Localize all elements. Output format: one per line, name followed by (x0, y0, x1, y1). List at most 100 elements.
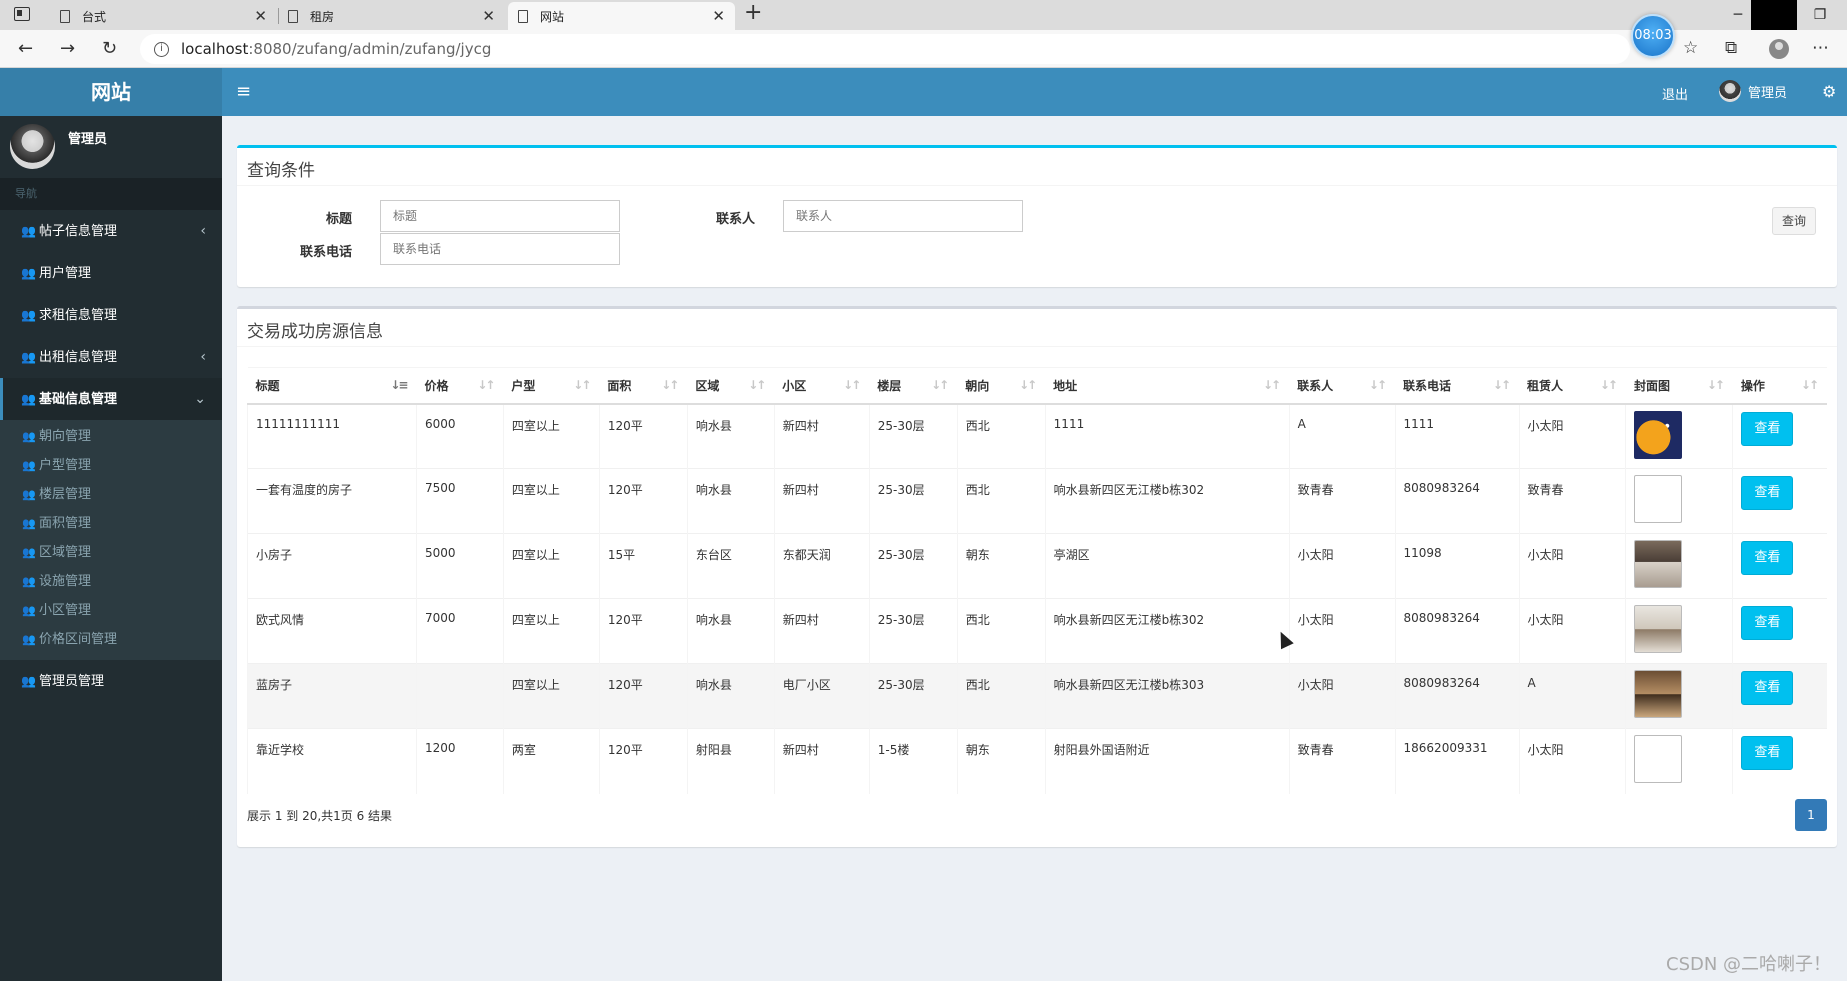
cell-floor: 25-30层 (868, 598, 958, 664)
sidebar-item-label: 基础信息管理 (39, 392, 118, 407)
browser-tab-2[interactable]: 租房 ✕ (278, 2, 505, 30)
column-header[interactable]: 联系电话 ↓↑ (1395, 367, 1519, 405)
cell-title: 蓝房子 (247, 663, 417, 729)
view-button[interactable]: 查看 (1741, 411, 1794, 446)
cell-phone: 8080983264 (1394, 663, 1519, 729)
sort-icon: ↓↑ (1800, 378, 1819, 392)
sidebar-item-posts[interactable]: 👥 帖子信息管理 ‹ (0, 210, 222, 252)
new-tab-icon[interactable]: + (744, 0, 762, 25)
url-field[interactable]: i localhost:8080/zufang/admin/zufang/jyc… (140, 34, 1630, 64)
forward-icon[interactable]: → (60, 38, 75, 59)
view-button[interactable]: 查看 (1741, 541, 1794, 575)
sidebar-subitem-housetype[interactable]: 👥 户型管理 (0, 451, 222, 480)
sidebar-subitem-price-range[interactable]: 👥 价格区间管理 (0, 625, 222, 654)
cell-floor: 25-30层 (868, 533, 958, 599)
cell-action: 查看 (1732, 468, 1827, 534)
floating-timer[interactable]: 08:03 (1631, 14, 1675, 58)
cell-orient: 西北 (956, 403, 1046, 469)
contact-input[interactable] (783, 200, 1023, 232)
column-header[interactable]: 朝向 ↓↑ (957, 367, 1046, 405)
title-input[interactable] (380, 200, 620, 232)
sort-icon: ↓↑ (748, 378, 766, 392)
view-button[interactable]: 查看 (1741, 671, 1794, 705)
deals-table: 标题 ↓≡ 价格 ↓↑ 户型 ↓↑ 面积 ↓↑ 区域 ↓↑ 小区 ↓↑ 楼层 ↓↑ 朝向 ↓↑ … (247, 367, 1827, 794)
cell-action: 查看 (1732, 728, 1827, 794)
cell-area: 120平 (598, 598, 688, 664)
column-header[interactable]: 面积 ↓↑ (599, 367, 688, 405)
cell-title: 靠近学校 (247, 728, 417, 794)
cover-image (1634, 540, 1683, 588)
column-header[interactable]: 价格 ↓↑ (416, 367, 504, 405)
gears-icon[interactable]: ⚙ (1822, 82, 1836, 101)
close-tab-icon[interactable]: ✕ (254, 7, 267, 25)
site-logo[interactable]: 网站 (0, 68, 222, 116)
sort-icon: ↓↑ (661, 378, 679, 392)
refresh-icon[interactable]: ↻ (102, 38, 117, 59)
more-menu-icon[interactable]: ⋯ (1812, 38, 1829, 58)
restore-icon[interactable]: ❐ (1797, 0, 1843, 30)
cell-price: 6000 (415, 403, 504, 469)
sidebar-subitem-orientation[interactable]: 👥 朝向管理 (0, 422, 222, 451)
close-tab-icon[interactable]: ✕ (482, 7, 495, 25)
column-header[interactable]: 楼层 ↓↑ (869, 367, 958, 405)
page-button-1[interactable]: 1 (1795, 799, 1827, 831)
url-host: localhost (181, 40, 249, 58)
column-header[interactable]: 操作 ↓↑ (1732, 367, 1827, 405)
cell-community: 新四村 (773, 728, 870, 794)
sidebar-subitem-area[interactable]: 👥 面积管理 (0, 509, 222, 538)
menu-toggle-icon[interactable]: ≡ (236, 81, 251, 102)
column-header[interactable]: 户型 ↓↑ (503, 367, 600, 405)
column-header[interactable]: 封面图 ↓↑ (1625, 367, 1733, 405)
cell-address: 射阳县外国语附近 (1044, 728, 1290, 794)
sidebar-subitem-region[interactable]: 👥 区域管理 (0, 538, 222, 567)
cell-region: 东台区 (686, 533, 775, 599)
phone-input[interactable] (380, 233, 620, 265)
tab-title: 租房 (310, 9, 335, 24)
sidebar-item-label: 帖子信息管理 (39, 224, 118, 239)
sidebar-item-basic-info[interactable]: 👥 基础信息管理 ⌄ (0, 378, 222, 420)
site-info-icon[interactable]: i (154, 41, 169, 57)
sidebar-subitem-facility[interactable]: 👥 设施管理 (0, 567, 222, 596)
close-tab-icon[interactable]: ✕ (712, 7, 725, 25)
view-button[interactable]: 查看 (1741, 476, 1794, 510)
column-header[interactable]: 小区 ↓↑ (774, 367, 870, 405)
table-header-row: 标题 ↓≡ 价格 ↓↑ 户型 ↓↑ 面积 ↓↑ 区域 ↓↑ 小区 ↓↑ 楼层 ↓↑ 朝向 ↓↑ … (247, 367, 1827, 405)
logout-link[interactable]: 退出 (1662, 84, 1688, 103)
cell-contact: 小太阳 (1288, 598, 1396, 664)
users-icon: 👥 (22, 546, 36, 559)
column-header[interactable]: 标题 ↓≡ (247, 367, 417, 405)
cell-contact: 小太阳 (1288, 533, 1396, 599)
search-button[interactable]: 查询 (1772, 207, 1816, 235)
column-header[interactable]: 租赁人 ↓↑ (1519, 367, 1626, 405)
cell-action: 查看 (1732, 533, 1827, 599)
cell-title: 欧式风情 (247, 598, 417, 664)
table-row: 蓝房子 四室以上 120平 响水县 电厂小区 25-30层 西北 响水县新四区无江楼b栋303… (247, 663, 1827, 729)
column-header[interactable]: 区域 ↓↑ (687, 367, 775, 405)
column-header[interactable]: 联系人 ↓↑ (1289, 367, 1396, 405)
sidebar-item-rental[interactable]: 👥 出租信息管理 ‹ (0, 336, 222, 378)
profile-avatar-icon[interactable] (1769, 39, 1789, 59)
view-button[interactable]: 查看 (1741, 606, 1794, 640)
favorites-icon[interactable]: ☆ (1683, 38, 1698, 58)
sidebar-subitem-community[interactable]: 👥 小区管理 (0, 596, 222, 625)
view-button[interactable]: 查看 (1741, 736, 1794, 770)
sidebar-item-admin[interactable]: 👥 管理员管理 (0, 660, 222, 702)
collections-icon[interactable]: ⧉ (1725, 38, 1737, 58)
sidebar-item-wanted[interactable]: 👥 求租信息管理 (0, 294, 222, 336)
sidebar-item-users[interactable]: 👥 用户管理 (0, 252, 222, 294)
cell-cover (1625, 598, 1733, 664)
tab-actions-icon[interactable] (14, 7, 30, 21)
header-user-menu[interactable]: 管理员 (1719, 80, 1787, 102)
browser-tab-3-active[interactable]: 网站 ✕ (508, 2, 735, 30)
query-panel: 查询条件 标题 联系人 联系电话 查询 (237, 145, 1837, 287)
cell-renter: 小太阳 (1518, 598, 1626, 664)
cell-floor: 1-5楼 (868, 728, 958, 794)
back-icon[interactable]: ← (18, 38, 33, 59)
cell-area: 120平 (598, 468, 688, 534)
cover-image (1634, 670, 1683, 718)
column-header[interactable]: 地址 ↓↑ (1045, 367, 1290, 405)
sort-icon: ↓↑ (1706, 378, 1725, 392)
sidebar-subitem-floor[interactable]: 👥 楼层管理 (0, 480, 222, 509)
browser-tab-1[interactable]: 台式 ✕ (50, 2, 277, 30)
window-close-area (1751, 0, 1797, 30)
